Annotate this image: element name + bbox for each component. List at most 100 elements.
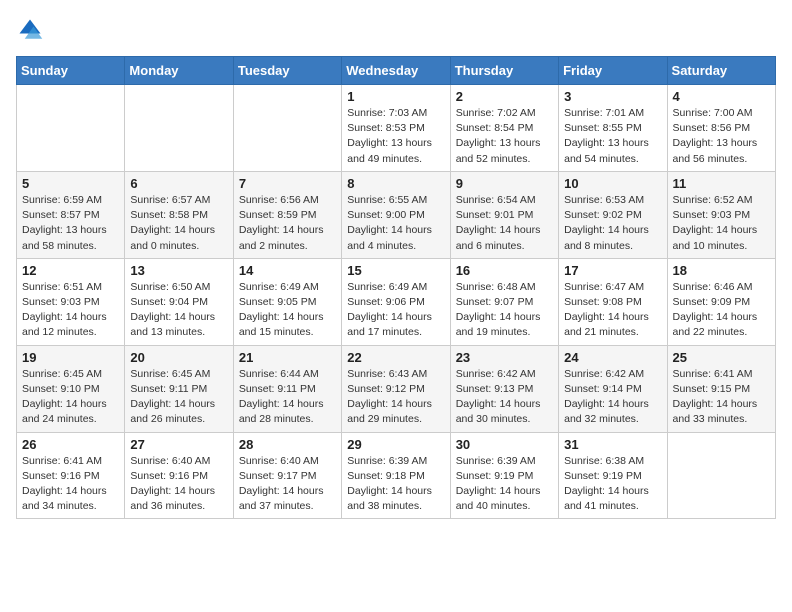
day-info: Sunrise: 7:01 AMSunset: 8:55 PMDaylight:… [564, 106, 661, 167]
day-info: Sunrise: 7:03 AMSunset: 8:53 PMDaylight:… [347, 106, 444, 167]
day-number: 1 [347, 89, 444, 104]
calendar-header-row: SundayMondayTuesdayWednesdayThursdayFrid… [17, 57, 776, 85]
calendar-cell [125, 85, 233, 172]
day-info: Sunrise: 6:38 AMSunset: 9:19 PMDaylight:… [564, 454, 661, 515]
day-number: 30 [456, 437, 553, 452]
calendar-cell: 10 Sunrise: 6:53 AMSunset: 9:02 PMDayligh… [559, 171, 667, 258]
calendar-cell: 2 Sunrise: 7:02 AMSunset: 8:54 PMDaylight… [450, 85, 558, 172]
calendar-cell: 16 Sunrise: 6:48 AMSunset: 9:07 PMDayligh… [450, 258, 558, 345]
calendar-cell: 12 Sunrise: 6:51 AMSunset: 9:03 PMDayligh… [17, 258, 125, 345]
calendar-cell: 11 Sunrise: 6:52 AMSunset: 9:03 PMDayligh… [667, 171, 775, 258]
day-number: 22 [347, 350, 444, 365]
day-number: 20 [130, 350, 227, 365]
day-info: Sunrise: 6:40 AMSunset: 9:17 PMDaylight:… [239, 454, 336, 515]
day-info: Sunrise: 6:47 AMSunset: 9:08 PMDaylight:… [564, 280, 661, 341]
day-info: Sunrise: 6:40 AMSunset: 9:16 PMDaylight:… [130, 454, 227, 515]
col-header-monday: Monday [125, 57, 233, 85]
calendar-cell: 28 Sunrise: 6:40 AMSunset: 9:17 PMDayligh… [233, 432, 341, 519]
calendar-cell [233, 85, 341, 172]
day-info: Sunrise: 6:54 AMSunset: 9:01 PMDaylight:… [456, 193, 553, 254]
calendar-cell [667, 432, 775, 519]
calendar-cell: 21Sunrise: 6:44 AMSunset: 9:11 PMDayligh… [233, 345, 341, 432]
day-info: Sunrise: 6:48 AMSunset: 9:07 PMDaylight:… [456, 280, 553, 341]
day-info: Sunrise: 6:55 AMSunset: 9:00 PMDaylight:… [347, 193, 444, 254]
calendar-cell: 25Sunrise: 6:41 AMSunset: 9:15 PMDayligh… [667, 345, 775, 432]
day-info: Sunrise: 6:57 AMSunset: 8:58 PMDaylight:… [130, 193, 227, 254]
day-number: 11 [673, 176, 770, 191]
calendar-cell: 6 Sunrise: 6:57 AMSunset: 8:58 PMDaylight… [125, 171, 233, 258]
col-header-tuesday: Tuesday [233, 57, 341, 85]
day-number: 9 [456, 176, 553, 191]
calendar-table: SundayMondayTuesdayWednesdayThursdayFrid… [16, 56, 776, 519]
day-number: 27 [130, 437, 227, 452]
calendar-cell: 9 Sunrise: 6:54 AMSunset: 9:01 PMDaylight… [450, 171, 558, 258]
col-header-thursday: Thursday [450, 57, 558, 85]
day-number: 21 [239, 350, 336, 365]
col-header-saturday: Saturday [667, 57, 775, 85]
day-info: Sunrise: 6:59 AMSunset: 8:57 PMDaylight:… [22, 193, 119, 254]
calendar-cell: 22 Sunrise: 6:43 AMSunset: 9:12 PMDayligh… [342, 345, 450, 432]
day-info: Sunrise: 6:46 AMSunset: 9:09 PMDaylight:… [673, 280, 770, 341]
calendar-cell: 13 Sunrise: 6:50 AMSunset: 9:04 PMDayligh… [125, 258, 233, 345]
calendar-cell: 1 Sunrise: 7:03 AMSunset: 8:53 PMDaylight… [342, 85, 450, 172]
day-number: 19 [22, 350, 119, 365]
day-number: 6 [130, 176, 227, 191]
calendar-week-4: 19 Sunrise: 6:45 AMSunset: 9:10 PMDayligh… [17, 345, 776, 432]
calendar-week-1: 1 Sunrise: 7:03 AMSunset: 8:53 PMDaylight… [17, 85, 776, 172]
day-number: 4 [673, 89, 770, 104]
day-info: Sunrise: 7:02 AMSunset: 8:54 PMDaylight:… [456, 106, 553, 167]
calendar-cell: 23Sunrise: 6:42 AMSunset: 9:13 PMDayligh… [450, 345, 558, 432]
day-info: Sunrise: 6:39 AMSunset: 9:19 PMDaylight:… [456, 454, 553, 515]
day-number: 17 [564, 263, 661, 278]
day-number: 23 [456, 350, 553, 365]
calendar-week-3: 12 Sunrise: 6:51 AMSunset: 9:03 PMDayligh… [17, 258, 776, 345]
calendar-cell: 5 Sunrise: 6:59 AMSunset: 8:57 PMDaylight… [17, 171, 125, 258]
calendar-cell: 27 Sunrise: 6:40 AMSunset: 9:16 PMDayligh… [125, 432, 233, 519]
day-number: 31 [564, 437, 661, 452]
day-number: 15 [347, 263, 444, 278]
day-number: 12 [22, 263, 119, 278]
day-info: Sunrise: 6:51 AMSunset: 9:03 PMDaylight:… [22, 280, 119, 341]
day-info: Sunrise: 6:56 AMSunset: 8:59 PMDaylight:… [239, 193, 336, 254]
calendar-cell: 26Sunrise: 6:41 AMSunset: 9:16 PMDayligh… [17, 432, 125, 519]
col-header-sunday: Sunday [17, 57, 125, 85]
day-number: 10 [564, 176, 661, 191]
day-number: 8 [347, 176, 444, 191]
day-info: Sunrise: 6:52 AMSunset: 9:03 PMDaylight:… [673, 193, 770, 254]
day-info: Sunrise: 6:43 AMSunset: 9:12 PMDaylight:… [347, 367, 444, 428]
calendar-cell: 4 Sunrise: 7:00 AMSunset: 8:56 PMDaylight… [667, 85, 775, 172]
day-info: Sunrise: 7:00 AMSunset: 8:56 PMDaylight:… [673, 106, 770, 167]
day-number: 28 [239, 437, 336, 452]
calendar-week-2: 5 Sunrise: 6:59 AMSunset: 8:57 PMDaylight… [17, 171, 776, 258]
calendar-cell: 3 Sunrise: 7:01 AMSunset: 8:55 PMDaylight… [559, 85, 667, 172]
day-number: 14 [239, 263, 336, 278]
calendar-cell: 29 Sunrise: 6:39 AMSunset: 9:18 PMDayligh… [342, 432, 450, 519]
day-info: Sunrise: 6:49 AMSunset: 9:05 PMDaylight:… [239, 280, 336, 341]
calendar-cell: 20 Sunrise: 6:45 AMSunset: 9:11 PMDayligh… [125, 345, 233, 432]
day-number: 29 [347, 437, 444, 452]
day-number: 2 [456, 89, 553, 104]
day-info: Sunrise: 6:45 AMSunset: 9:11 PMDaylight:… [130, 367, 227, 428]
day-number: 13 [130, 263, 227, 278]
day-number: 3 [564, 89, 661, 104]
calendar-cell: 24Sunrise: 6:42 AMSunset: 9:14 PMDayligh… [559, 345, 667, 432]
day-number: 7 [239, 176, 336, 191]
day-number: 16 [456, 263, 553, 278]
day-info: Sunrise: 6:53 AMSunset: 9:02 PMDaylight:… [564, 193, 661, 254]
calendar-cell: 8 Sunrise: 6:55 AMSunset: 9:00 PMDaylight… [342, 171, 450, 258]
calendar-cell: 15Sunrise: 6:49 AMSunset: 9:06 PMDayligh… [342, 258, 450, 345]
day-number: 25 [673, 350, 770, 365]
calendar-cell: 31 Sunrise: 6:38 AMSunset: 9:19 PMDayligh… [559, 432, 667, 519]
day-number: 26 [22, 437, 119, 452]
day-info: Sunrise: 6:39 AMSunset: 9:18 PMDaylight:… [347, 454, 444, 515]
logo-icon [16, 16, 44, 44]
calendar-cell: 7 Sunrise: 6:56 AMSunset: 8:59 PMDaylight… [233, 171, 341, 258]
calendar-cell [17, 85, 125, 172]
day-number: 5 [22, 176, 119, 191]
day-info: Sunrise: 6:45 AMSunset: 9:10 PMDaylight:… [22, 367, 119, 428]
calendar-cell: 14 Sunrise: 6:49 AMSunset: 9:05 PMDayligh… [233, 258, 341, 345]
calendar-cell: 18 Sunrise: 6:46 AMSunset: 9:09 PMDayligh… [667, 258, 775, 345]
day-info: Sunrise: 6:50 AMSunset: 9:04 PMDaylight:… [130, 280, 227, 341]
day-number: 18 [673, 263, 770, 278]
col-header-wednesday: Wednesday [342, 57, 450, 85]
